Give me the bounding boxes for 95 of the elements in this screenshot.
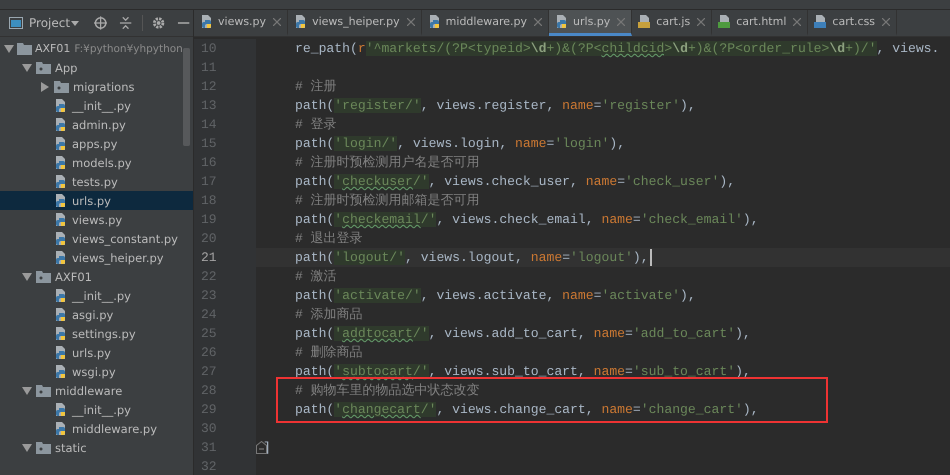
code-line: # 退出登录	[295, 230, 363, 248]
python-file-icon	[200, 14, 214, 29]
python-file-icon	[54, 364, 68, 379]
tree-item[interactable]: static	[0, 438, 193, 457]
settings-icon[interactable]	[152, 16, 165, 30]
tree-item[interactable]: __init__.py	[0, 96, 193, 115]
python-file-icon	[54, 345, 68, 360]
editor-tab[interactable]: cart.js	[632, 10, 712, 36]
line-number: 21	[200, 249, 218, 267]
project-window-icon	[9, 17, 23, 29]
code-line: # 注册时预检测用邮箱是否可用	[295, 192, 480, 210]
tree-item[interactable]: urls.py	[0, 343, 193, 362]
code-line: path('logout/', views.logout, name='logout'),	[295, 249, 649, 267]
tree-item[interactable]: wsgi.py	[0, 362, 193, 381]
tree-item[interactable]: models.py	[0, 153, 193, 172]
tree-item[interactable]: admin.py	[0, 115, 193, 134]
python-file-icon	[54, 402, 68, 417]
package-folder-icon	[36, 62, 51, 74]
tree-item[interactable]: tests.py	[0, 172, 193, 191]
tree-item[interactable]: views.py	[0, 210, 193, 229]
code-line: # 删除商品	[295, 344, 363, 362]
collapsed-arrow-icon[interactable]	[40, 82, 50, 92]
code-line: # 购物车里的物品选中状态改变	[295, 382, 480, 400]
code-line: # 激活	[295, 268, 337, 286]
code-line: path('checkuser/', views.check_user, name='check_user'),	[295, 173, 736, 191]
python-file-icon	[54, 212, 68, 227]
tree-item[interactable]: asgi.py	[0, 305, 193, 324]
editor-tab[interactable]: cart.css	[808, 10, 898, 36]
tree-item[interactable]: AXF01 F:¥python¥yhpython	[0, 39, 193, 58]
folder-icon	[17, 42, 32, 54]
python-file-icon	[54, 421, 68, 436]
project-path: F:¥python¥yhpython	[74, 42, 183, 54]
python-file-icon	[428, 14, 442, 29]
expanded-arrow-icon[interactable]	[22, 272, 32, 280]
expanded-arrow-icon[interactable]	[22, 64, 32, 72]
tree-item[interactable]: App	[0, 58, 193, 77]
project-dropdown[interactable]: Project	[29, 16, 80, 30]
code-line: path('register/', views.register, name='register'),	[295, 97, 696, 115]
scrollbar-thumb[interactable]	[183, 48, 190, 146]
code-line: path('activate/', views.activate, name='activate'),	[295, 287, 696, 305]
package-folder-icon	[54, 80, 69, 92]
tree-item[interactable]: __init__.py	[0, 400, 193, 419]
collapse-icon[interactable]	[119, 16, 133, 30]
close-icon[interactable]	[882, 18, 890, 26]
fold-icon[interactable]	[256, 441, 267, 454]
package-folder-icon	[36, 384, 51, 396]
tree-item[interactable]: middleware	[0, 381, 193, 400]
code-line: # 添加商品	[295, 306, 363, 324]
close-icon[interactable]	[406, 18, 415, 26]
caret-icon	[71, 20, 80, 26]
python-file-icon	[54, 98, 68, 113]
close-icon[interactable]	[697, 18, 706, 26]
code-line: re_path(r'^markets/(?P<typeid>\d+)&(?P<childcid>\d+)&(?P<order_rule>\d+)/', views.	[295, 40, 940, 58]
code-line: # 注册	[295, 78, 337, 96]
file-type-icon	[718, 14, 732, 29]
tree-item[interactable]: middleware.py	[0, 419, 193, 438]
python-file-icon	[54, 193, 68, 208]
tree-item[interactable]: settings.py	[0, 324, 193, 343]
tree-item[interactable]: __init__.py	[0, 286, 193, 305]
python-file-icon	[54, 174, 68, 189]
editor-tab[interactable]: urls.py	[549, 10, 632, 36]
python-file-icon	[54, 307, 68, 322]
crosshair-icon[interactable]	[94, 16, 108, 30]
editor-tab[interactable]: cart.html	[712, 10, 808, 36]
tree-item[interactable]: AXF01	[0, 267, 193, 286]
tree-item[interactable]: migrations	[0, 77, 193, 96]
editor-tab[interactable]: views_heiper.py	[288, 10, 422, 36]
close-icon[interactable]	[273, 18, 282, 26]
code-line: path('changecart/', views.change_cart, name='change_cart'),	[295, 401, 759, 419]
python-file-icon	[54, 231, 68, 246]
code-line: path('login/', views.login, name='login'),	[295, 135, 626, 153]
tree-item[interactable]: views_constant.py	[0, 229, 193, 248]
code-line: path('checkemail/', views.check_email, name='check_email'),	[295, 211, 759, 229]
package-folder-icon	[36, 442, 51, 454]
python-file-icon	[54, 288, 68, 303]
editor-tab[interactable]: views.py	[194, 10, 288, 36]
code-line: # 注册时预检测用户名是否可用	[295, 154, 480, 172]
code-line: # 登录	[295, 116, 337, 134]
python-file-icon	[54, 117, 68, 132]
file-type-icon	[814, 14, 828, 29]
python-file-icon	[54, 136, 68, 151]
package-folder-icon	[36, 270, 51, 282]
tree-item[interactable]: apps.py	[0, 134, 193, 153]
close-icon[interactable]	[793, 18, 802, 26]
tree-item[interactable]: urls.py	[0, 191, 193, 210]
python-file-icon	[54, 155, 68, 170]
expanded-arrow-icon[interactable]	[4, 44, 14, 52]
python-file-icon	[54, 326, 68, 341]
expanded-arrow-icon[interactable]	[22, 444, 32, 452]
expanded-arrow-icon[interactable]	[22, 386, 32, 394]
tree-item[interactable]: views_heiper.py	[0, 248, 193, 267]
close-icon[interactable]	[534, 18, 542, 26]
python-file-icon	[54, 250, 68, 265]
file-type-icon	[638, 14, 652, 29]
code-line: path('addtocart/', views.add_to_cart, name='add_to_cart'),	[295, 325, 751, 343]
